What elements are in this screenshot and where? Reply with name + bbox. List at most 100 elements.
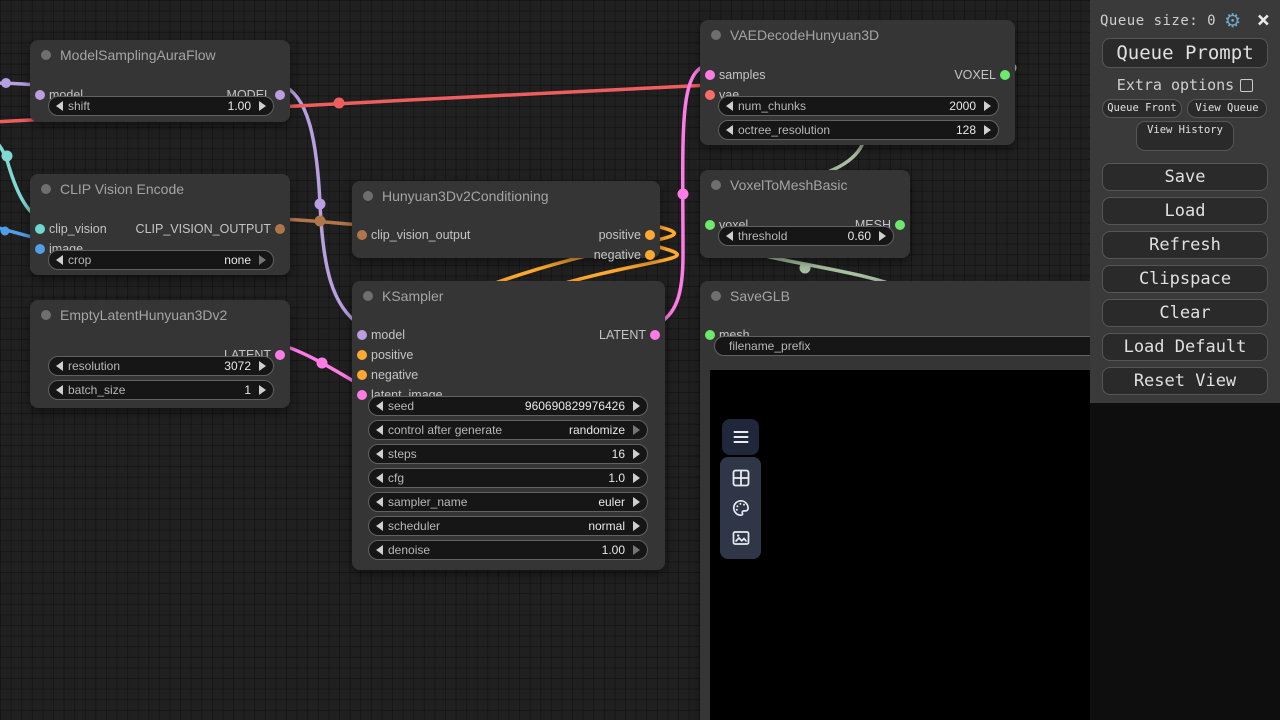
decrement-arrow-icon[interactable] <box>376 473 383 483</box>
node-vae-decode-hunyuan3d[interactable]: VAEDecodeHunyuan3D samples VOXEL vae num… <box>700 20 1015 145</box>
increment-arrow-icon[interactable] <box>259 361 266 371</box>
decrement-arrow-icon[interactable] <box>376 521 383 531</box>
view-history-button[interactable]: View History <box>1136 121 1234 151</box>
node-title-bar[interactable]: Hunyuan3Dv2Conditioning <box>352 181 660 211</box>
output-port-mesh[interactable] <box>895 220 905 230</box>
decrement-arrow-icon[interactable] <box>376 497 383 507</box>
clear-button[interactable]: Clear <box>1102 299 1268 327</box>
decrement-arrow-icon[interactable] <box>56 255 63 265</box>
increment-arrow-icon[interactable] <box>984 125 991 135</box>
extra-options-checkbox[interactable] <box>1240 79 1253 92</box>
decrement-arrow-icon[interactable] <box>376 449 383 459</box>
collapse-dot-icon[interactable] <box>363 291 373 301</box>
input-port-voxel[interactable] <box>705 220 715 230</box>
view-queue-button[interactable]: View Queue <box>1187 99 1267 118</box>
collapse-dot-icon[interactable] <box>711 180 721 190</box>
widget-octree-resolution[interactable]: octree_resolution 128 <box>718 120 999 140</box>
collapse-dot-icon[interactable] <box>41 50 51 60</box>
image-icon[interactable] <box>730 527 752 549</box>
increment-arrow-icon[interactable] <box>633 545 640 555</box>
load-button[interactable]: Load <box>1102 197 1268 225</box>
widget-threshold[interactable]: threshold 0.60 <box>718 226 894 246</box>
decrement-arrow-icon[interactable] <box>376 545 383 555</box>
widget-cfg[interactable]: cfg 1.0 <box>368 468 648 488</box>
collapse-dot-icon[interactable] <box>41 310 51 320</box>
decrement-arrow-icon[interactable] <box>56 101 63 111</box>
increment-arrow-icon[interactable] <box>879 231 886 241</box>
widget-filename-prefix[interactable]: filename_prefix <box>714 336 1124 356</box>
node-title-bar[interactable]: KSampler <box>352 281 665 311</box>
reset-view-button[interactable]: Reset View <box>1102 367 1268 395</box>
collapse-dot-icon[interactable] <box>711 291 721 301</box>
collapse-dot-icon[interactable] <box>41 184 51 194</box>
output-port-negative[interactable] <box>645 250 655 260</box>
node-title-bar[interactable]: CLIP Vision Encode <box>30 174 290 204</box>
node-title-bar[interactable]: EmptyLatentHunyuan3Dv2 <box>30 300 290 330</box>
widget-steps[interactable]: steps 16 <box>368 444 648 464</box>
node-model-sampling-auraflow[interactable]: ModelSamplingAuraFlow model MODEL shift … <box>30 40 290 122</box>
queue-front-button[interactable]: Queue Front <box>1102 99 1182 118</box>
output-port-clip-vision-output[interactable] <box>275 224 285 234</box>
increment-arrow-icon[interactable] <box>633 449 640 459</box>
increment-arrow-icon[interactable] <box>633 521 640 531</box>
queue-prompt-button[interactable]: Queue Prompt <box>1102 38 1268 68</box>
increment-arrow-icon[interactable] <box>633 473 640 483</box>
increment-arrow-icon[interactable] <box>259 385 266 395</box>
node-ksampler[interactable]: KSampler model LATENT positive negative … <box>352 281 665 570</box>
input-port-image[interactable] <box>35 244 45 254</box>
input-port-model[interactable] <box>35 90 45 100</box>
increment-arrow-icon[interactable] <box>984 101 991 111</box>
collapse-dot-icon[interactable] <box>363 191 373 201</box>
input-port-clip-vision-output[interactable] <box>357 230 367 240</box>
output-port-model[interactable] <box>275 90 285 100</box>
output-port-latent[interactable] <box>275 350 285 360</box>
widget-shift[interactable]: shift 1.00 <box>48 96 274 116</box>
increment-arrow-icon[interactable] <box>633 425 640 435</box>
input-port-mesh[interactable] <box>705 330 715 340</box>
decrement-arrow-icon[interactable] <box>376 401 383 411</box>
increment-arrow-icon[interactable] <box>259 255 266 265</box>
settings-gear-icon[interactable]: ⚙ <box>1224 12 1241 31</box>
node-hunyuan3dv2-conditioning[interactable]: Hunyuan3Dv2Conditioning clip_vision_outp… <box>352 181 660 258</box>
increment-arrow-icon[interactable] <box>259 101 266 111</box>
node-title-bar[interactable]: VoxelToMeshBasic <box>700 170 910 200</box>
node-empty-latent-hunyuan3dv2[interactable]: EmptyLatentHunyuan3Dv2 LATENT resolution… <box>30 300 290 408</box>
output-port-latent[interactable] <box>650 330 660 340</box>
load-default-button[interactable]: Load Default <box>1102 333 1268 361</box>
input-port-vae[interactable] <box>705 90 715 100</box>
node-voxel-to-mesh-basic[interactable]: VoxelToMeshBasic voxel MESH threshold 0.… <box>700 170 910 258</box>
input-port-clip-vision[interactable] <box>35 224 45 234</box>
node-title-bar[interactable]: VAEDecodeHunyuan3D <box>700 20 1015 50</box>
output-port-voxel[interactable] <box>1000 70 1010 80</box>
clipspace-button[interactable]: Clipspace <box>1102 265 1268 293</box>
decrement-arrow-icon[interactable] <box>726 231 733 241</box>
input-port-negative[interactable] <box>357 370 367 380</box>
input-port-latent-image[interactable] <box>357 390 367 400</box>
decrement-arrow-icon[interactable] <box>56 385 63 395</box>
grid-icon[interactable] <box>730 467 752 489</box>
widget-scheduler[interactable]: scheduler normal <box>368 516 648 536</box>
decrement-arrow-icon[interactable] <box>376 425 383 435</box>
save-button[interactable]: Save <box>1102 163 1268 191</box>
close-icon[interactable]: × <box>1257 11 1270 31</box>
node-graph-canvas[interactable]: ModelSamplingAuraFlow model MODEL shift … <box>0 0 1280 720</box>
input-port-model[interactable] <box>357 330 367 340</box>
widget-resolution[interactable]: resolution 3072 <box>48 356 274 376</box>
node-clip-vision-encode[interactable]: CLIP Vision Encode clip_vision CLIP_VISI… <box>30 174 290 275</box>
decrement-arrow-icon[interactable] <box>56 361 63 371</box>
decrement-arrow-icon[interactable] <box>726 125 733 135</box>
refresh-button[interactable]: Refresh <box>1102 231 1268 259</box>
node-title-bar[interactable]: ModelSamplingAuraFlow <box>30 40 290 70</box>
widget-num-chunks[interactable]: num_chunks 2000 <box>718 96 999 116</box>
output-port-positive[interactable] <box>645 230 655 240</box>
decrement-arrow-icon[interactable] <box>726 101 733 111</box>
collapse-dot-icon[interactable] <box>711 30 721 40</box>
input-port-samples[interactable] <box>705 70 715 80</box>
widget-batch-size[interactable]: batch_size 1 <box>48 380 274 400</box>
input-port-positive[interactable] <box>357 350 367 360</box>
widget-denoise[interactable]: denoise 1.00 <box>368 540 648 560</box>
widget-seed[interactable]: seed 960690829976426 <box>368 396 648 416</box>
widget-sampler-name[interactable]: sampler_name euler <box>368 492 648 512</box>
widget-crop[interactable]: crop none <box>48 250 274 270</box>
increment-arrow-icon[interactable] <box>633 401 640 411</box>
